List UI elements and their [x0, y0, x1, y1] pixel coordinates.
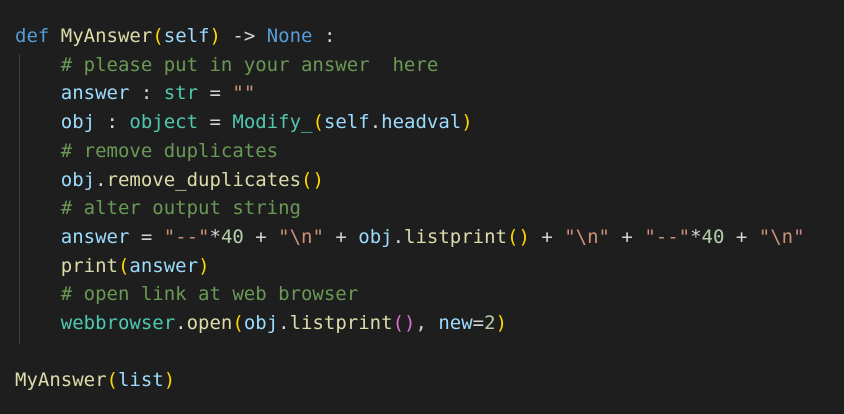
code-token: ( [312, 111, 324, 134]
code-token: : [95, 111, 130, 134]
code-token: self [323, 111, 370, 134]
code-token: obj [60, 111, 96, 134]
code-token: () [507, 225, 530, 248]
code-token: . [175, 312, 187, 334]
code-line: def MyAnswer(self) -> None : [15, 22, 335, 51]
code-token: ) [163, 369, 176, 392]
code-token: obj [60, 168, 96, 191]
code-token: 40 [220, 225, 244, 248]
code-token: str [163, 82, 199, 105]
code-token: + [609, 225, 645, 248]
code-token: MyAnswer [60, 25, 153, 47]
code-token: + [724, 225, 759, 248]
code-token: None [266, 25, 313, 47]
code-line: webbrowser.open(obj.listprint(), new=2) [15, 309, 507, 338]
code-token: ) [209, 25, 221, 47]
code-token: remove_duplicates [106, 168, 302, 191]
code-token: = [129, 225, 164, 248]
code-line: MyAnswer(list) [15, 366, 175, 395]
code-token: = [472, 312, 485, 334]
code-token: webbrowser [60, 312, 176, 334]
code-token: answer [60, 225, 130, 248]
code-token: # remove duplicates [60, 139, 279, 162]
code-line: print(answer) [15, 252, 210, 281]
code-token: obj [243, 312, 279, 334]
code-token: listprint [404, 225, 507, 248]
code-token: : [129, 82, 164, 105]
code-token: # alter output string [60, 197, 301, 220]
code-token: object [129, 111, 199, 134]
code-token: = [198, 111, 233, 134]
code-token: () [392, 312, 416, 334]
code-token: ) [495, 312, 508, 334]
code-token: answer [60, 82, 130, 105]
code-token: list [117, 369, 164, 392]
code-line: answer = "--"*40 + "\n" + obj.listprint(… [15, 223, 805, 252]
code-token: : [312, 25, 336, 47]
code-token: open [186, 312, 233, 334]
code-token: -> [220, 25, 267, 47]
code-line: # please put in your answer here [15, 51, 439, 80]
code-token: headval [381, 111, 462, 134]
code-token: * [690, 225, 702, 248]
code-line: answer : str = "" [15, 79, 256, 108]
code-token: + [243, 225, 279, 248]
code-token: "\n" [758, 225, 805, 248]
code-token: ) [198, 254, 210, 277]
code-token: # please put in your answer here [60, 53, 439, 76]
code-token: new [438, 312, 473, 334]
code-token: "--" [163, 225, 210, 248]
code-line: obj : object = Modify_(self.headval) [15, 108, 473, 137]
code-token: . [278, 312, 290, 334]
code-token: ( [232, 312, 244, 334]
code-token: () [301, 168, 324, 191]
code-line: obj.remove_duplicates() [15, 166, 324, 195]
code-token: self [163, 25, 210, 47]
code-token: "" [232, 82, 256, 105]
code-token: print [60, 254, 118, 277]
code-token: + [529, 225, 565, 248]
code-token: # open link at web browser [60, 283, 359, 306]
code-token: . [392, 225, 405, 248]
code-token: answer [129, 254, 199, 277]
code-editor[interactable]: def MyAnswer(self) -> None : # please pu… [0, 0, 844, 414]
code-token: , [415, 312, 439, 334]
code-token: "--" [644, 225, 691, 248]
code-token: ) [461, 111, 473, 134]
code-token: = [198, 82, 233, 105]
code-token: ( [117, 254, 130, 277]
code-line: # alter output string [15, 194, 301, 223]
code-token: MyAnswer [15, 369, 107, 392]
code-line: # remove duplicates [15, 137, 278, 166]
code-token: + [323, 225, 359, 248]
code-token: 2 [484, 312, 496, 334]
code-token: def [15, 25, 50, 47]
code-line: # open link at web browser [15, 280, 358, 309]
code-token: "\n" [278, 225, 324, 248]
code-token: . [369, 111, 382, 134]
code-token: * [209, 225, 221, 248]
code-token: ( [152, 25, 164, 47]
code-token: listprint [289, 312, 393, 334]
code-token: obj [358, 225, 393, 248]
code-token: ( [106, 369, 118, 392]
code-token: Modify_ [232, 111, 313, 134]
code-token: 40 [701, 225, 725, 248]
code-token: "\n" [564, 225, 610, 248]
code-token: . [95, 168, 107, 191]
